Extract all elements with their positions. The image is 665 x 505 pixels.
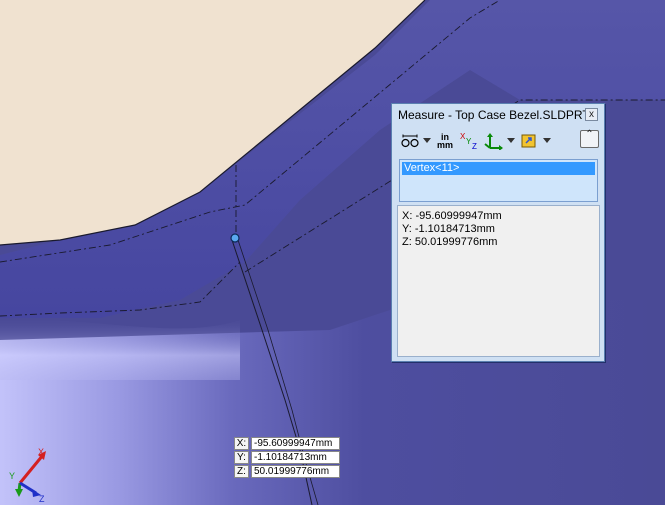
measure-toolbar: in mm XYZ ⌃ [397, 129, 599, 155]
collapse-button[interactable]: ⌃ [580, 130, 599, 148]
callout-x-label: X: [234, 437, 249, 450]
selection-list[interactable]: Vertex<11> [399, 159, 598, 202]
units-bottom-label: mm [436, 140, 453, 150]
callout-y-value: -1.10184713mm [251, 451, 340, 464]
callout-y-label: Y: [234, 451, 249, 464]
units-precision-button[interactable]: in mm [435, 131, 455, 151]
measure-dialog-title: Measure - Top Case Bezel.SLDPRT [398, 108, 590, 122]
point-to-point-icon[interactable] [484, 131, 504, 151]
selection-item-vertex[interactable]: Vertex<11> [402, 162, 595, 175]
orientation-triad-icon: X Y Z [9, 447, 46, 503]
result-y: Y: -1.10184713mm [402, 223, 495, 235]
arc-circle-measurements-icon[interactable] [401, 131, 419, 151]
result-x: X: -95.60999947mm [402, 210, 502, 222]
result-z: Z: 50.01999776mm [402, 236, 498, 248]
measure-dialog-titlebar[interactable]: Measure - Top Case Bezel.SLDPRT x [392, 104, 604, 126]
triad-x-label: X [38, 447, 44, 457]
callout-z-value: 50.01999776mm [251, 465, 340, 478]
triad-y-label: Y [9, 471, 15, 481]
point-to-point-dropdown-icon[interactable] [507, 138, 515, 143]
callout-x-value: -95.60999947mm [251, 437, 340, 450]
xyz-measure-icon[interactable]: XYZ [459, 131, 479, 151]
arc-circle-dropdown-icon[interactable] [423, 138, 431, 143]
measure-results: X: -95.60999947mm Y: -1.10184713mm Z: 50… [397, 205, 600, 357]
svg-text:Z: Z [472, 142, 477, 150]
close-button[interactable]: x [585, 108, 598, 121]
callout-z-label: Z: [234, 465, 249, 478]
measure-dialog[interactable]: Measure - Top Case Bezel.SLDPRT x in mm … [391, 103, 605, 362]
selected-vertex[interactable] [230, 233, 240, 243]
measurement-history-icon[interactable] [519, 131, 539, 151]
lower-face-bulge [0, 318, 240, 380]
triad-z-label: Z [39, 494, 45, 503]
history-dropdown-icon[interactable] [543, 138, 551, 143]
